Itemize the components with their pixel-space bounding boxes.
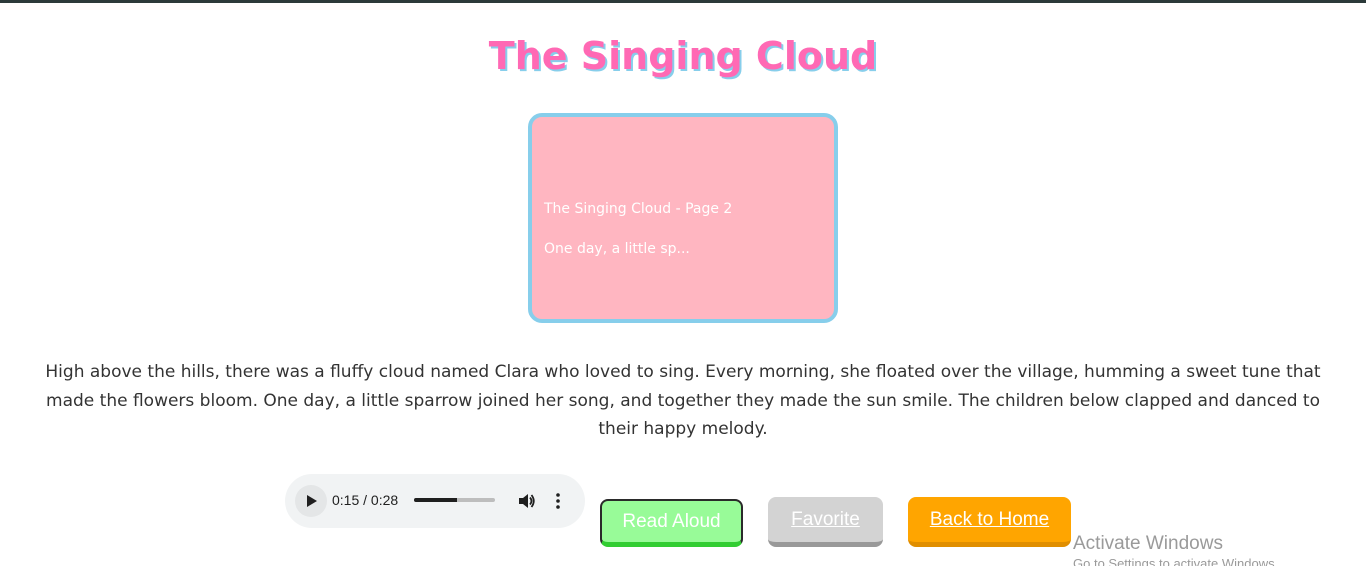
audio-progress-fill [414, 498, 458, 502]
read-aloud-button[interactable]: Read Aloud [600, 499, 743, 547]
audio-progress-bar[interactable] [414, 498, 495, 502]
story-page-image: The Singing Cloud - Page 2 One day, a li… [528, 113, 838, 323]
story-text: High above the hills, there was a fluffy… [45, 362, 1321, 439]
page-image-snippet: One day, a little sp... [544, 241, 690, 257]
activate-windows-subtitle: Go to Settings to activate Windows. [1073, 556, 1279, 566]
favorite-button[interactable]: Favorite [768, 497, 883, 547]
back-to-home-button[interactable]: Back to Home [908, 497, 1071, 547]
audio-time: 0:15 / 0:28 [332, 492, 399, 508]
more-options-icon[interactable] [551, 491, 565, 511]
top-border [0, 0, 1366, 3]
audio-player[interactable]: 0:15 / 0:28 [285, 474, 585, 528]
play-icon[interactable] [295, 485, 327, 517]
volume-icon[interactable] [516, 491, 536, 511]
activate-windows-title: Activate Windows [1073, 533, 1223, 554]
story-title: The Singing Cloud [488, 34, 878, 78]
page-image-caption: The Singing Cloud - Page 2 [544, 201, 733, 217]
